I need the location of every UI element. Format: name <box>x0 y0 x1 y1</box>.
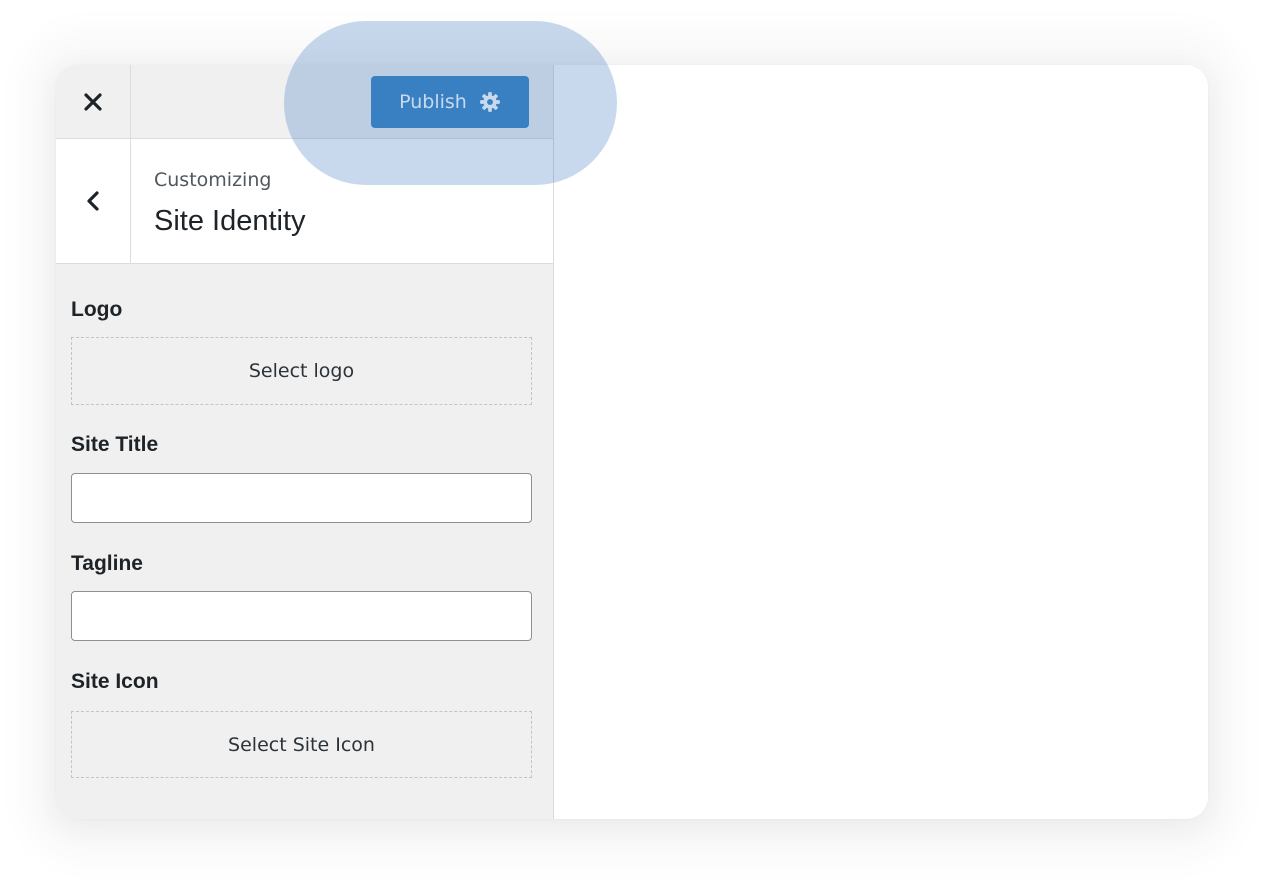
close-button[interactable] <box>56 65 131 138</box>
tagline-input[interactable] <box>71 591 532 641</box>
gear-icon[interactable] <box>479 91 501 113</box>
select-logo-button[interactable]: Select logo <box>71 337 532 405</box>
customizing-label: Customizing <box>154 169 272 191</box>
publish-label: Publish <box>399 91 467 113</box>
stage: Publish Customizing Site Identity Logo S… <box>0 0 1264 880</box>
site-title-label: Site Title <box>71 433 159 456</box>
section-header: Customizing Site Identity <box>56 139 553 264</box>
publish-button[interactable]: Publish <box>371 76 529 128</box>
logo-label: Logo <box>71 298 123 321</box>
tagline-label: Tagline <box>71 552 143 575</box>
site-icon-label: Site Icon <box>71 670 159 693</box>
chevron-left-icon <box>87 191 99 211</box>
customizer-sidebar: Publish Customizing Site Identity Logo S… <box>56 65 554 819</box>
back-button[interactable] <box>56 139 131 263</box>
site-title-input[interactable] <box>71 473 532 523</box>
close-icon <box>84 92 102 111</box>
select-site-icon-button[interactable]: Select Site Icon <box>71 711 532 778</box>
section-title: Site Identity <box>154 205 306 237</box>
customizer-window: Publish Customizing Site Identity Logo S… <box>56 65 1208 819</box>
sidebar-header-actions: Publish <box>56 65 553 139</box>
site-preview <box>554 65 1208 819</box>
